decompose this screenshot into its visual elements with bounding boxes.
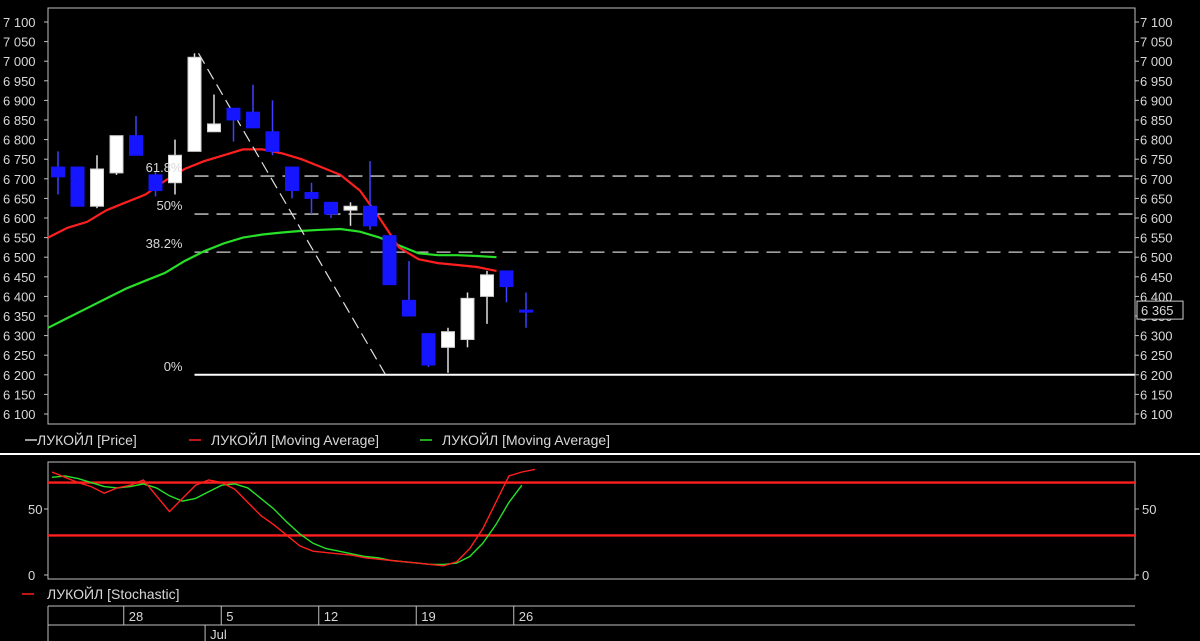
y-tick-label-left: 6 700 bbox=[3, 172, 36, 187]
candle-body bbox=[285, 166, 299, 192]
candle-body bbox=[265, 131, 280, 152]
candle-body bbox=[324, 201, 338, 215]
candle-body bbox=[148, 174, 163, 192]
candle-body bbox=[90, 168, 104, 207]
y-tick-label-left: 6 850 bbox=[3, 113, 36, 128]
candle-body bbox=[363, 205, 377, 227]
last-price-marker: 6 365 bbox=[1136, 300, 1184, 320]
fib-level-label: 50% bbox=[156, 198, 182, 213]
candle-body bbox=[421, 333, 436, 366]
fib-level-label: 61.8% bbox=[146, 160, 183, 175]
y-tick-label-left: 7 000 bbox=[3, 54, 36, 69]
stoch-y-tick-label-right: 0 bbox=[1142, 568, 1149, 583]
y-tick-label-right: 6 100 bbox=[1140, 407, 1173, 422]
y-tick-label-right: 6 550 bbox=[1140, 231, 1173, 246]
candle-body bbox=[343, 205, 358, 211]
legend-label: ЛУКОЙЛ [Moving Average] bbox=[442, 431, 610, 448]
x-date-label: 5 bbox=[226, 609, 233, 624]
fib-level-label: 38.2% bbox=[146, 236, 183, 251]
y-tick-label-right: 7 050 bbox=[1140, 35, 1173, 50]
y-tick-label-right: 7 100 bbox=[1140, 15, 1173, 30]
y-tick-label-right: 6 150 bbox=[1140, 387, 1173, 402]
candle-body bbox=[226, 107, 241, 121]
x-axis: 28 5 12 19 26 Jul bbox=[47, 605, 1135, 641]
price-legend: ЛУКОЙЛ [Price] ЛУКОЙЛ [Moving Average] ЛУК… bbox=[0, 431, 1200, 455]
y-tick-label-right: 6 800 bbox=[1140, 133, 1173, 148]
y-tick-label-left: 6 800 bbox=[3, 133, 36, 148]
y-tick-label-left: 6 650 bbox=[3, 191, 36, 206]
y-tick-label-left: 6 500 bbox=[3, 250, 36, 265]
y-tick-label-right: 6 850 bbox=[1140, 113, 1173, 128]
price-panel-frame bbox=[47, 7, 1136, 425]
stoch-y-tick-label-left: 50 bbox=[28, 502, 42, 517]
y-tick-label-right: 6 750 bbox=[1140, 152, 1173, 167]
y-tick-label-right: 6 300 bbox=[1140, 329, 1173, 344]
y-tick-label-left: 6 250 bbox=[3, 348, 36, 363]
chart: 6 100 6 150 6 200 6 250 6 300 6 350 6 400 6 450… bbox=[0, 7, 1200, 641]
x-date-label: 19 bbox=[421, 609, 435, 624]
candle-body bbox=[382, 235, 397, 286]
y-tick-label-right: 6 250 bbox=[1140, 348, 1173, 363]
candle-body bbox=[480, 274, 494, 297]
y-tick-label-right: 6 950 bbox=[1140, 74, 1173, 89]
y-tick-label-right: 6 200 bbox=[1140, 368, 1173, 383]
y-tick-label-left: 6 550 bbox=[3, 231, 36, 246]
y-tick-label-left: 6 300 bbox=[3, 329, 36, 344]
y-tick-label-left: 6 100 bbox=[3, 407, 36, 422]
stoch-d-line bbox=[51, 475, 523, 566]
candle-body bbox=[441, 331, 455, 348]
y-tick-label-left: 6 950 bbox=[3, 74, 36, 89]
stoch-legend-label: ЛУКОЙЛ [Stochastic] bbox=[47, 585, 179, 602]
y-tick-label-left: 6 900 bbox=[3, 93, 36, 108]
fib-level-label: 0% bbox=[164, 359, 183, 374]
legend-label: ЛУКОЙЛ [Price] bbox=[37, 431, 137, 448]
x-date-label: 28 bbox=[129, 609, 143, 624]
last-price-label: 6 365 bbox=[1141, 303, 1174, 318]
y-tick-label-left: 6 400 bbox=[3, 289, 36, 304]
y-tick-label-right: 6 700 bbox=[1140, 172, 1173, 187]
fib-labels: 61.8% 50% 38.2% 0% bbox=[146, 160, 183, 374]
x-date-label: 12 bbox=[324, 609, 338, 624]
candle-body bbox=[460, 297, 475, 341]
candle-body bbox=[129, 135, 143, 156]
y-tick-label-right: 6 450 bbox=[1140, 270, 1173, 285]
legend-label: ЛУКОЙЛ [Moving Average] bbox=[211, 431, 379, 448]
y-tick-label-left: 6 600 bbox=[3, 211, 36, 226]
y-tick-label-left: 6 150 bbox=[3, 387, 36, 402]
stoch-y-tick-label-left: 0 bbox=[28, 568, 35, 583]
y-tick-label-right: 6 600 bbox=[1140, 211, 1173, 226]
price-frame-rect bbox=[47, 7, 1136, 425]
y-tick-label-right: 6 500 bbox=[1140, 250, 1173, 265]
price-y-axis-right: 6 1006 1506 2006 2506 3006 3506 4006 450… bbox=[1135, 15, 1173, 422]
stochastic-panel: 0 0 50 50 ЛУКОЙЛ [Stochastic] bbox=[22, 461, 1156, 602]
y-tick-label-left: 6 750 bbox=[3, 152, 36, 167]
y-tick-label-left: 7 050 bbox=[3, 35, 36, 50]
y-tick-label-left: 6 200 bbox=[3, 368, 36, 383]
x-date-label: 26 bbox=[519, 609, 533, 624]
candle-body bbox=[109, 135, 124, 174]
candle-body bbox=[519, 309, 533, 313]
y-tick-label-left: 7 100 bbox=[3, 15, 36, 30]
candle-body bbox=[402, 299, 416, 317]
candle-body bbox=[51, 166, 65, 178]
y-tick-label-right: 7 000 bbox=[1140, 54, 1173, 69]
y-tick-label-right: 6 650 bbox=[1140, 191, 1173, 206]
stochastic-frame bbox=[47, 461, 1136, 580]
candle-body bbox=[499, 270, 514, 288]
candle-body bbox=[70, 166, 85, 207]
candle-body bbox=[246, 111, 260, 129]
stoch-k-line bbox=[51, 468, 536, 567]
x-month-label: Jul bbox=[210, 627, 227, 641]
candle-body bbox=[207, 123, 221, 133]
y-tick-label-right: 6 900 bbox=[1140, 93, 1173, 108]
moving-average-green-line bbox=[47, 227, 497, 329]
candle-body bbox=[304, 192, 319, 199]
y-tick-label-left: 6 450 bbox=[3, 270, 36, 285]
candle-body bbox=[187, 56, 202, 152]
y-tick-label-left: 6 350 bbox=[3, 309, 36, 324]
stoch-y-tick-label-right: 50 bbox=[1142, 502, 1156, 517]
price-y-axis-left: 6 100 6 150 6 200 6 250 6 300 6 350 6 400 6 450… bbox=[3, 15, 48, 422]
